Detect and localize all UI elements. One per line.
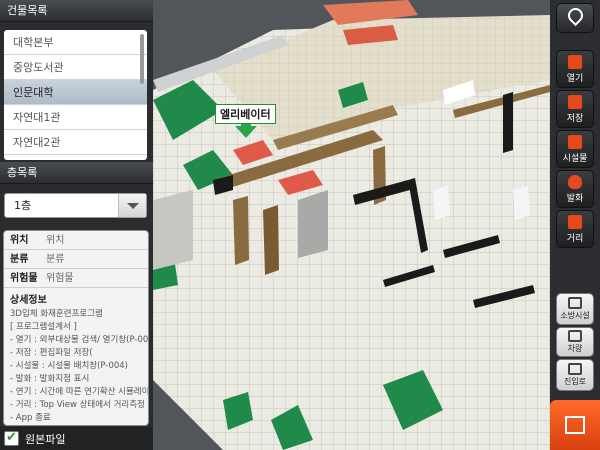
right-toolbar: 열기 저장 시설물 발화 거리 소방시설 차량 진입로 <box>550 0 600 450</box>
info-key: 위치 <box>10 235 29 246</box>
open-button-label: 열기 <box>566 73 584 84</box>
detail-line: [ 프로그램설계서 ] <box>10 322 77 332</box>
location-pin-icon <box>564 4 587 27</box>
building-item[interactable]: 대학본부 <box>4 30 147 55</box>
save-button[interactable]: 저장 <box>556 90 594 128</box>
entry-route-button-label: 진입로 <box>563 377 587 386</box>
info-panel: 위치 위치 분류 분류 위험물 위험물 상세정보 3D입체 화재훈련프로그램 [… <box>3 230 149 426</box>
checkbox[interactable] <box>4 430 19 446</box>
entry-route-button[interactable]: 진입로 <box>556 359 594 391</box>
save-icon <box>568 94 582 109</box>
vehicle-button-label: 차량 <box>567 344 583 353</box>
building-list-header: 건물목록 <box>0 0 153 22</box>
elevator-label[interactable]: 엘리베이터 <box>215 104 276 124</box>
distance-icon <box>568 214 582 229</box>
building-item-selected[interactable]: 인문대학 <box>4 80 147 105</box>
info-value: 위치 <box>46 235 65 246</box>
view-3d-icon <box>565 416 585 434</box>
origin-file-toggle[interactable]: 원본파일 <box>0 427 153 450</box>
ignition-button-label: 발화 <box>566 193 584 204</box>
ignition-button[interactable]: 발화 <box>556 170 594 208</box>
detail-line: - 열기 : 외부대상물 검색/ 열기창(P-002) <box>10 335 149 345</box>
save-button-label: 저장 <box>566 113 584 124</box>
info-value: 분류 <box>46 254 65 265</box>
info-row-category: 분류 분류 <box>4 250 148 269</box>
detail-line: - 저장 : 편집파일 저장( <box>10 348 93 358</box>
entry-route-icon <box>568 363 582 375</box>
distance-button-label: 거리 <box>566 233 584 244</box>
open-button[interactable]: 열기 <box>556 50 594 88</box>
folder-icon <box>568 54 582 69</box>
fire-extinguisher-icon <box>568 297 582 309</box>
facility-icon <box>568 134 582 149</box>
detail-title: 상세정보 <box>10 295 47 306</box>
detail-line: 3D입체 화재훈련프로그램 <box>10 309 103 319</box>
info-value: 위험물 <box>46 273 74 284</box>
building-item[interactable]: 중앙도서관 <box>4 55 147 80</box>
info-row-hazard: 위험물 위험물 <box>4 269 148 288</box>
detail-line: - 거리 : Top View 상태에서 거리측정 <box>10 400 145 410</box>
floor-plan-drawing <box>153 0 550 450</box>
view-toggle-button[interactable] <box>550 400 600 450</box>
building-list-scrollbar[interactable] <box>140 34 144 84</box>
origin-file-label: 원본파일 <box>25 433 66 446</box>
info-key: 위험물 <box>10 273 38 284</box>
floor-select-value: 1층 <box>14 199 32 212</box>
facility-button[interactable]: 시설물 <box>556 130 594 168</box>
detail-line: - 발화 : 발화지점 표시 <box>10 374 90 384</box>
detail-line: - App 종료 <box>10 413 51 423</box>
facility-button-label: 시설물 <box>562 153 588 164</box>
floor-map-3d[interactable]: 엘리베이터 <box>153 0 550 450</box>
info-key: 분류 <box>10 254 29 265</box>
distance-button[interactable]: 거리 <box>556 210 594 248</box>
detail-line: - 시설물 : 시설물 배치창(P-004) <box>10 361 128 371</box>
floor-list-header: 층목록 <box>0 162 153 184</box>
chevron-down-icon[interactable] <box>118 194 146 217</box>
detail-line: - 연기 : 시간에 따른 연기확산 시뮬레이션 <box>10 387 149 397</box>
location-button[interactable] <box>556 3 594 33</box>
building-item[interactable]: 자연대1관 <box>4 105 147 130</box>
left-panel: 건물목록 대학본부 중앙도서관 인문대학 자연대1관 자연대2관 층목록 1층 … <box>0 0 153 450</box>
fire-icon <box>568 174 582 189</box>
floor-select[interactable]: 1층 <box>4 193 147 218</box>
info-row-location: 위치 위치 <box>4 231 148 250</box>
vehicle-icon <box>568 330 582 342</box>
building-item[interactable]: 자연대2관 <box>4 130 147 155</box>
fire-facility-button-label: 소방시설 <box>560 311 590 320</box>
fire-facility-button[interactable]: 소방시설 <box>556 293 594 325</box>
vehicle-button[interactable]: 차량 <box>556 327 594 357</box>
building-list[interactable]: 대학본부 중앙도서관 인문대학 자연대1관 자연대2관 <box>4 30 147 160</box>
